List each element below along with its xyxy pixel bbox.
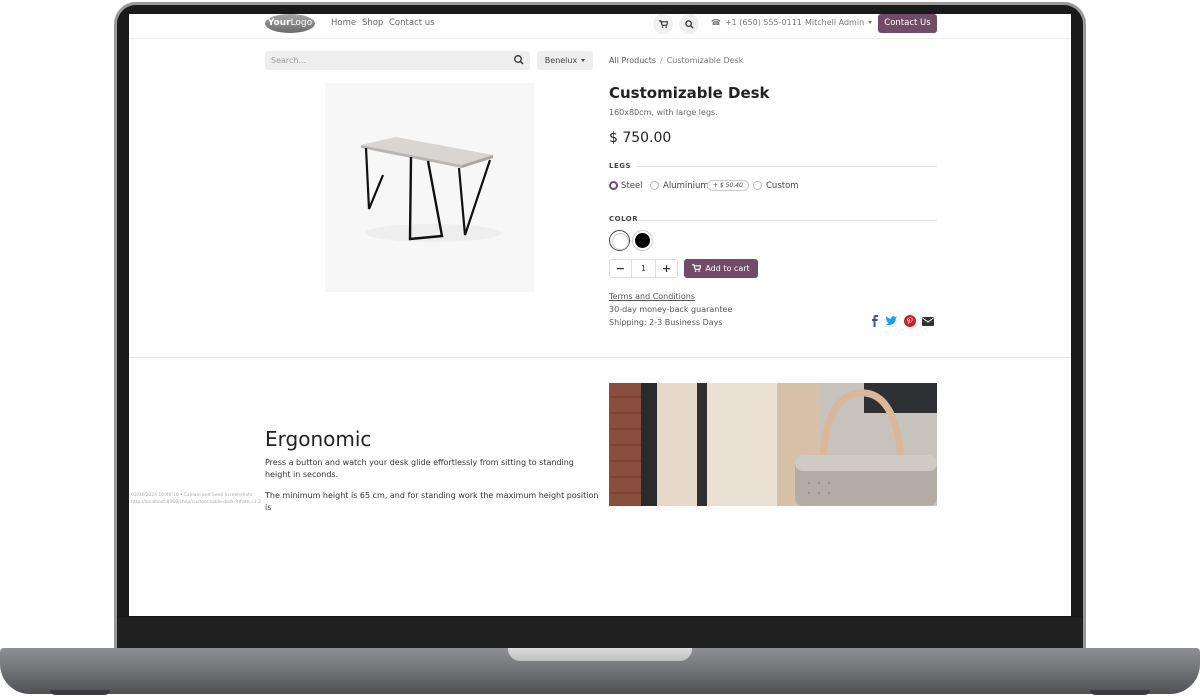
section-divider [129, 357, 1071, 358]
screenshot-caption: 03/04/2024 10:40:10 • Explain and Send S… [131, 492, 261, 506]
breadcrumb-all-products[interactable]: All Products [609, 56, 656, 65]
twitter-icon[interactable] [885, 315, 897, 327]
nav-shop[interactable]: Shop [362, 18, 383, 28]
logo-bold: Your [267, 18, 291, 28]
product-price: $ 750.00 [609, 130, 672, 146]
legs-label-aluminium[interactable]: Aluminium [663, 181, 709, 191]
quantity-input[interactable] [632, 260, 655, 277]
product-image[interactable] [325, 83, 534, 292]
color-divider [637, 220, 937, 221]
ergonomic-paragraph-2: The minimum height is 65 cm, and for sta… [265, 491, 599, 512]
cart-button[interactable] [653, 14, 673, 34]
magnifier-icon [684, 19, 694, 29]
terms-link[interactable]: Terms and Conditions [609, 292, 695, 301]
laptop-notch [508, 648, 692, 661]
product-name: Customizable Desk [609, 84, 770, 102]
color-swatch-white[interactable] [609, 230, 630, 251]
breadcrumb-current: Customizable Desk [666, 56, 744, 65]
quantity-increase-button[interactable]: + [655, 260, 677, 277]
caption-line-2: http://localhost:8069/shop/customizable-… [131, 500, 262, 505]
phone-icon: ☎ [711, 18, 721, 27]
cart-icon [692, 264, 703, 272]
site-logo[interactable]: YourLogo [265, 14, 315, 33]
legs-radio-steel[interactable] [609, 181, 618, 190]
quantity-decrease-button[interactable]: − [610, 260, 632, 277]
user-name: Mitchell Admin [805, 18, 865, 27]
guarantee-text: 30-day money-back guarantee [609, 305, 733, 314]
breadcrumb: All Products / Customizable Desk [609, 56, 744, 65]
ergonomic-heading: Ergonomic [265, 427, 372, 451]
envelope-icon[interactable] [922, 315, 934, 327]
phone-number: +1 (650) 555-0111 [724, 18, 802, 27]
ergonomic-paragraph-1: Press a button and watch your desk glide… [265, 458, 574, 479]
laptop-foot-left [50, 690, 110, 695]
nav-contact[interactable]: Contact us [389, 18, 435, 28]
laptop-foot-right [1090, 690, 1150, 695]
price-extra-badge: + $ 50.40 [707, 180, 749, 191]
cart-icon [658, 20, 668, 28]
color-label: COLOR [609, 215, 639, 223]
caption-line-1: 03/04/2024 10:40:10 • Explain and Send S… [131, 493, 253, 498]
legs-radio-aluminium[interactable] [650, 181, 659, 190]
product-description: 160x80cm, with large legs. [609, 108, 718, 117]
quantity-stepper: − + [609, 259, 678, 278]
contact-us-button[interactable]: Contact Us [878, 14, 937, 33]
legs-divider [636, 166, 937, 167]
ergonomic-image [609, 383, 937, 506]
color-swatch-black[interactable] [633, 231, 652, 250]
speaker-photo [609, 383, 937, 506]
phone-link[interactable]: ☎ +1 (650) 555-0111 [711, 18, 802, 27]
pricelist-value: Benelux [544, 56, 578, 65]
caret-down-icon [581, 59, 586, 62]
pinterest-icon[interactable] [904, 315, 916, 327]
legs-label: LEGS [609, 162, 632, 170]
header-search-button[interactable] [679, 14, 699, 34]
facebook-icon[interactable] [869, 315, 881, 327]
user-menu[interactable]: Mitchell Admin [805, 18, 873, 27]
legs-label-steel[interactable]: Steel [621, 181, 643, 191]
pricelist-dropdown[interactable]: Benelux [537, 51, 593, 70]
desk-illustration [361, 137, 501, 242]
caret-down-icon [868, 21, 873, 24]
search-icon[interactable] [512, 53, 526, 67]
legs-radio-custom[interactable] [753, 181, 762, 190]
product-search-input[interactable] [265, 51, 530, 70]
nav-home[interactable]: Home [331, 18, 356, 28]
laptop-bezel [117, 617, 1083, 649]
add-to-cart-label: Add to cart [705, 264, 750, 273]
add-to-cart-button[interactable]: Add to cart [684, 259, 758, 278]
site-header: YourLogo Home Shop Contact us ☎ +1 (650) … [129, 14, 1071, 39]
legs-label-custom[interactable]: Custom [766, 181, 799, 191]
browser-screen: YourLogo Home Shop Contact us ☎ +1 (650) … [129, 14, 1071, 616]
logo-light: Logo [290, 18, 313, 28]
shipping-text: Shipping: 2-3 Business Days [609, 318, 723, 327]
